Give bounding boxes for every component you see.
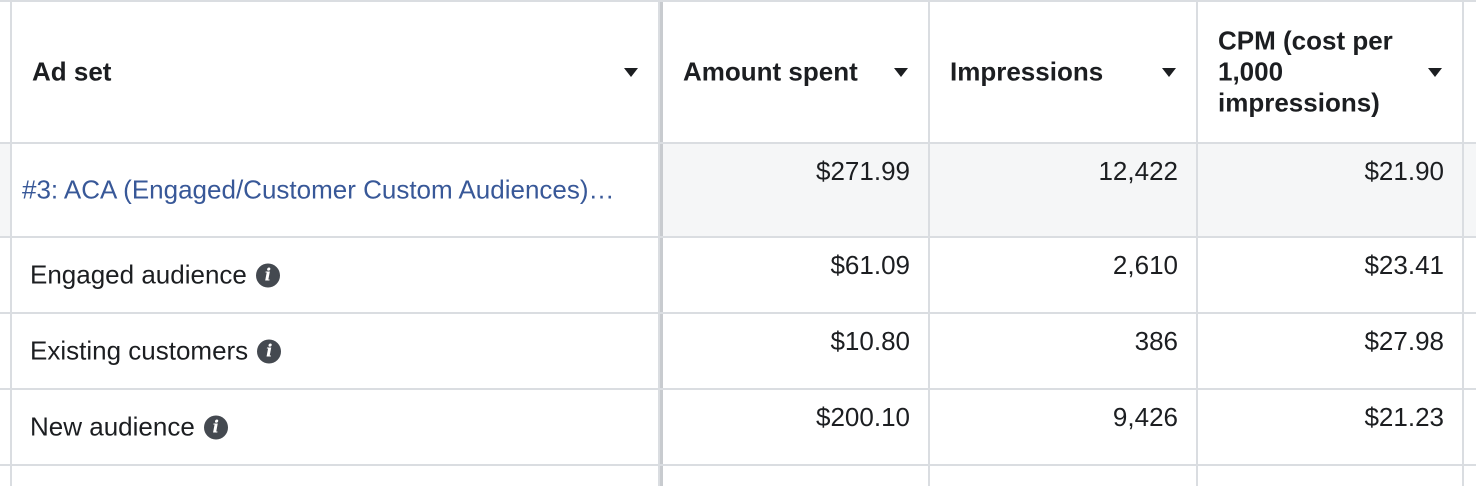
impressions-cell: [930, 466, 1198, 486]
ad-set-name: New audience i: [30, 412, 228, 443]
table-header: Ad set Amount spent Impressions CPM (cos…: [0, 2, 1476, 144]
table-row: Engaged audience i $61.09 2,610 $23.41: [0, 238, 1476, 314]
column-header-cpm[interactable]: CPM (cost per 1,000 impressions): [1198, 2, 1464, 142]
cpm-cell: [1198, 466, 1464, 486]
caret-down-icon[interactable]: [1428, 68, 1442, 77]
cpm-value: $21.23: [1364, 402, 1444, 432]
ad-set-name-cell: #3: ACA (Engaged/Customer Custom Audienc…: [10, 144, 660, 236]
caret-down-icon[interactable]: [894, 68, 908, 77]
table-row-partial: [0, 466, 1476, 486]
audience-label: Engaged audience: [30, 259, 247, 290]
column-header-label: Impressions: [950, 56, 1104, 87]
ad-set-name: #3: ACA (Engaged/Customer Custom Audienc…: [22, 175, 615, 206]
info-icon[interactable]: i: [255, 263, 280, 287]
amount-spent-value: $200.10: [816, 402, 910, 432]
table-row: Existing customers i $10.80 386 $27.98: [0, 314, 1476, 390]
column-header-label: Amount spent: [683, 56, 858, 87]
cpm-value: $21.90: [1364, 156, 1444, 186]
column-header-impressions[interactable]: Impressions: [930, 2, 1198, 142]
column-header-label: Ad set: [32, 56, 112, 87]
amount-spent-value: $61.09: [830, 250, 910, 280]
impressions-cell: 386: [930, 314, 1198, 388]
table-row: #3: ACA (Engaged/Customer Custom Audienc…: [0, 144, 1476, 238]
impressions-value: 2,610: [1112, 250, 1178, 280]
amount-spent-cell: $271.99: [660, 144, 930, 236]
cpm-cell: $21.90: [1198, 144, 1464, 236]
info-icon[interactable]: i: [257, 339, 282, 363]
column-header-amount-spent[interactable]: Amount spent: [660, 2, 930, 142]
column-header-label: CPM (cost per 1,000 impressions): [1218, 25, 1393, 118]
ad-set-link[interactable]: #3: ACA (Engaged/Customer Custom Audienc…: [22, 175, 615, 206]
amount-spent-value: $271.99: [816, 156, 910, 186]
impressions-value: 9,426: [1112, 402, 1178, 432]
ad-set-name-cell: [10, 466, 660, 486]
caret-down-icon[interactable]: [624, 68, 638, 77]
cpm-cell: $27.98: [1198, 314, 1464, 388]
impressions-value: 386: [1134, 326, 1178, 356]
ad-sets-table: Ad set Amount spent Impressions CPM (cos…: [0, 0, 1476, 486]
caret-down-icon[interactable]: [1162, 68, 1176, 77]
info-icon[interactable]: i: [203, 415, 228, 439]
cpm-cell: $21.23: [1198, 390, 1464, 464]
impressions-cell: 12,422: [930, 144, 1198, 236]
audience-label: New audience: [30, 411, 195, 442]
cpm-value: $23.41: [1364, 250, 1444, 280]
amount-spent-cell: $61.09: [660, 238, 930, 312]
impressions-value: 12,422: [1098, 156, 1178, 186]
amount-spent-cell: [660, 466, 930, 486]
amount-spent-cell: $10.80: [660, 314, 930, 388]
impressions-cell: 9,426: [930, 390, 1198, 464]
ad-set-name-cell: Existing customers i: [10, 314, 660, 388]
impressions-cell: 2,610: [930, 238, 1198, 312]
cpm-value: $27.98: [1364, 326, 1444, 356]
cpm-cell: $23.41: [1198, 238, 1464, 312]
ad-set-name-cell: Engaged audience i: [10, 238, 660, 312]
amount-spent-value: $10.80: [830, 326, 910, 356]
ad-set-name: Existing customers i: [30, 335, 282, 367]
ad-set-name: Engaged audience i: [30, 260, 280, 291]
ad-set-name-cell: New audience i: [10, 390, 660, 464]
audience-label: Existing customers: [30, 335, 249, 366]
column-header-ad-set[interactable]: Ad set: [10, 2, 660, 142]
table-row: New audience i $200.10 9,426 $21.23: [0, 390, 1476, 466]
amount-spent-cell: $200.10: [660, 390, 930, 464]
